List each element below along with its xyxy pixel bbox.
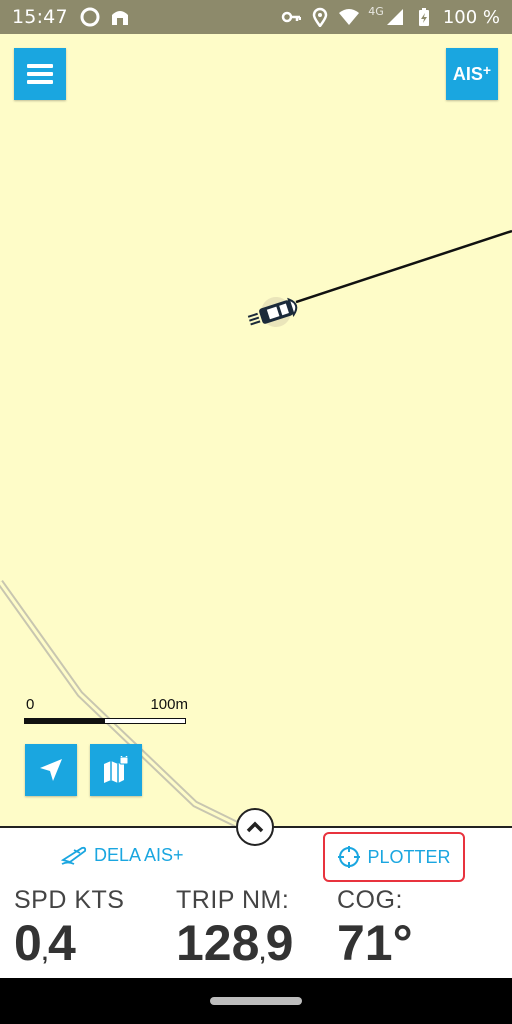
vessel-track	[295, 229, 512, 304]
wifi-icon	[339, 9, 360, 25]
expand-panel-button[interactable]	[236, 808, 274, 846]
navigation-arrow-icon	[40, 759, 62, 781]
cog-label: COG:	[337, 886, 403, 914]
cog-value: 71°	[337, 915, 413, 971]
bottom-panel: DELA AIS+ PLOTTER SPD KTS 0,4 TRIP NM: 1…	[0, 808, 512, 981]
speed-stat: SPD KTS 0,4	[14, 886, 124, 981]
trip-value: 128,9	[176, 915, 294, 971]
scale-bar: 0 100m	[24, 696, 188, 726]
trip-label: TRIP NM:	[176, 886, 290, 914]
crosshair-icon	[338, 846, 361, 868]
map-layers-button[interactable]	[90, 744, 142, 796]
vpn-key-icon	[282, 11, 302, 23]
menu-button[interactable]	[14, 48, 66, 100]
system-nav-bar	[0, 978, 512, 1024]
record-icon	[80, 7, 100, 27]
status-time: 15:47	[12, 6, 68, 28]
speed-label: SPD KTS	[14, 886, 125, 914]
app-notification-icon	[111, 11, 128, 25]
ais-plus-mark: +	[482, 62, 492, 78]
ais-plus-button[interactable]: AIS +	[446, 48, 498, 100]
map-view[interactable]: AIS + 0 100m	[0, 34, 512, 826]
scale-end-label: 100m	[150, 696, 188, 713]
scale-start-label: 0	[26, 696, 35, 713]
cog-stat: COG: 71°	[337, 886, 413, 971]
plotter-button[interactable]: PLOTTER	[323, 832, 465, 882]
map-lock-icon	[104, 756, 129, 783]
vessel-icon[interactable]	[245, 291, 301, 335]
trip-stat: TRIP NM: 128,9	[176, 886, 293, 981]
home-gesture-pill[interactable]	[210, 997, 302, 1005]
network-type: 4G	[368, 4, 384, 18]
plotter-label: PLOTTER	[367, 846, 451, 867]
share-ais-label: DELA AIS+	[94, 844, 184, 865]
share-ais-button[interactable]: DELA AIS+	[60, 844, 184, 866]
battery-charging-icon	[418, 8, 429, 26]
signal-icon	[386, 9, 403, 25]
locate-button[interactable]	[25, 744, 77, 796]
share-boat-icon	[60, 846, 87, 865]
location-icon	[313, 7, 328, 27]
battery-percent: 100 %	[442, 6, 500, 28]
hamburger-icon	[27, 64, 53, 84]
scale-line	[24, 718, 186, 724]
status-bar: 15:47 4G 100 %	[0, 0, 512, 34]
speed-value: 0,4	[14, 915, 76, 971]
ais-label: AIS	[452, 63, 483, 84]
chevron-up-icon	[246, 821, 264, 833]
